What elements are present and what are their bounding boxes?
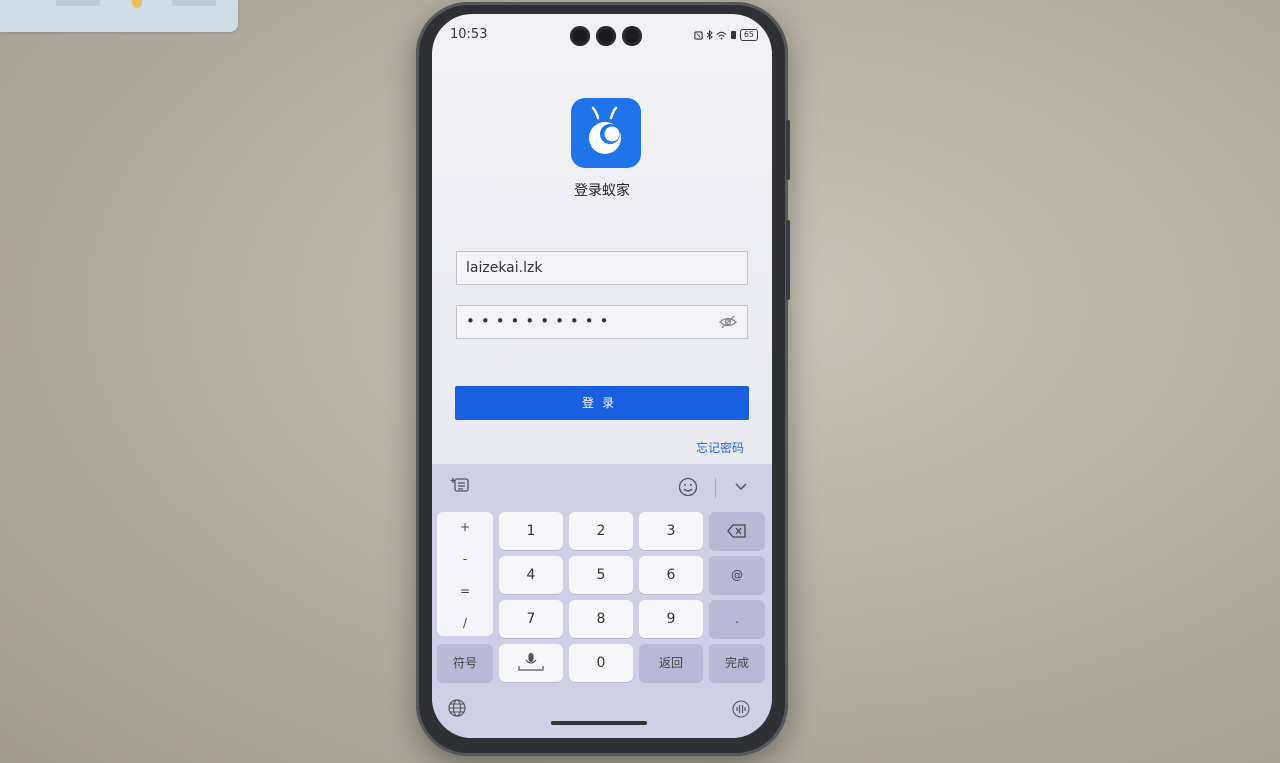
key-1[interactable]: 1 [499,512,563,550]
password-field[interactable]: •••••••••• [456,305,748,339]
symbol-key[interactable]: / [437,616,493,630]
nfc-icon [694,30,703,40]
camera-lens [570,26,590,46]
login-button[interactable]: 登录 [455,386,749,420]
app-logo-icon [589,106,621,154]
key-9[interactable]: 9 [639,600,703,638]
card-decoration [132,0,142,8]
background-card [0,0,238,32]
phone-side-button [786,220,790,300]
key-8[interactable]: 8 [569,600,633,638]
bluetooth-icon [706,30,713,40]
key-2[interactable]: 2 [569,512,633,550]
card-decoration [172,0,216,6]
key-0[interactable]: 0 [569,644,633,682]
backspace-key[interactable] [709,512,765,550]
numeric-keyboard: + - = / 1 2 3 4 5 6 @ 7 8 9 . 符号 0 返回 完成 [432,464,772,738]
battery-indicator: 65 [739,29,758,41]
phone-side-button [786,120,790,180]
app-logo [571,98,641,168]
chevron-down-icon[interactable] [734,482,748,492]
eye-hidden-icon[interactable] [719,314,737,330]
camera-cluster [570,26,642,46]
microphone-key[interactable] [499,644,563,682]
key-5[interactable]: 5 [569,556,633,594]
home-indicator[interactable] [551,721,647,725]
app-title: 登录蚁家 [574,183,630,199]
symbol-key[interactable]: - [437,552,493,566]
back-key[interactable]: 返回 [639,644,703,682]
card-decoration [56,0,100,6]
symbol-key[interactable]: + [437,520,493,534]
symbols-key[interactable]: 符号 [437,644,493,682]
at-key[interactable]: @ [709,556,765,594]
sim-icon [730,31,736,39]
phone-screen: 10:53 65 登录蚁家 laizekai.lzk •••••••••• 登录… [432,14,772,738]
globe-icon[interactable] [448,699,466,717]
camera-lens [622,26,642,46]
dot-key[interactable]: . [709,600,765,638]
forgot-password-link[interactable]: 忘记密码 [696,439,744,456]
key-4[interactable]: 4 [499,556,563,594]
status-time: 10:53 [450,27,488,42]
microphone-icon [518,653,544,671]
key-3[interactable]: 3 [639,512,703,550]
camera-lens [596,26,616,46]
wifi-icon [716,31,727,40]
username-field[interactable]: laizekai.lzk [456,251,748,285]
backspace-icon [727,524,746,538]
status-bar: 10:53 65 [432,14,772,54]
symbol-column[interactable]: + - = / [437,512,493,636]
voice-icon[interactable] [732,700,750,718]
username-value: laizekai.lzk [466,260,543,276]
status-icons: 65 [694,29,758,41]
key-7[interactable]: 7 [499,600,563,638]
symbol-key[interactable]: = [437,584,493,598]
done-key[interactable]: 完成 [709,644,765,682]
keyboard-settings-icon[interactable] [450,476,470,494]
password-value: •••••••••• [466,312,615,330]
key-6[interactable]: 6 [639,556,703,594]
emoji-icon[interactable] [678,477,698,497]
keyboard-toolbar [432,464,772,510]
toolbar-divider [715,478,716,498]
